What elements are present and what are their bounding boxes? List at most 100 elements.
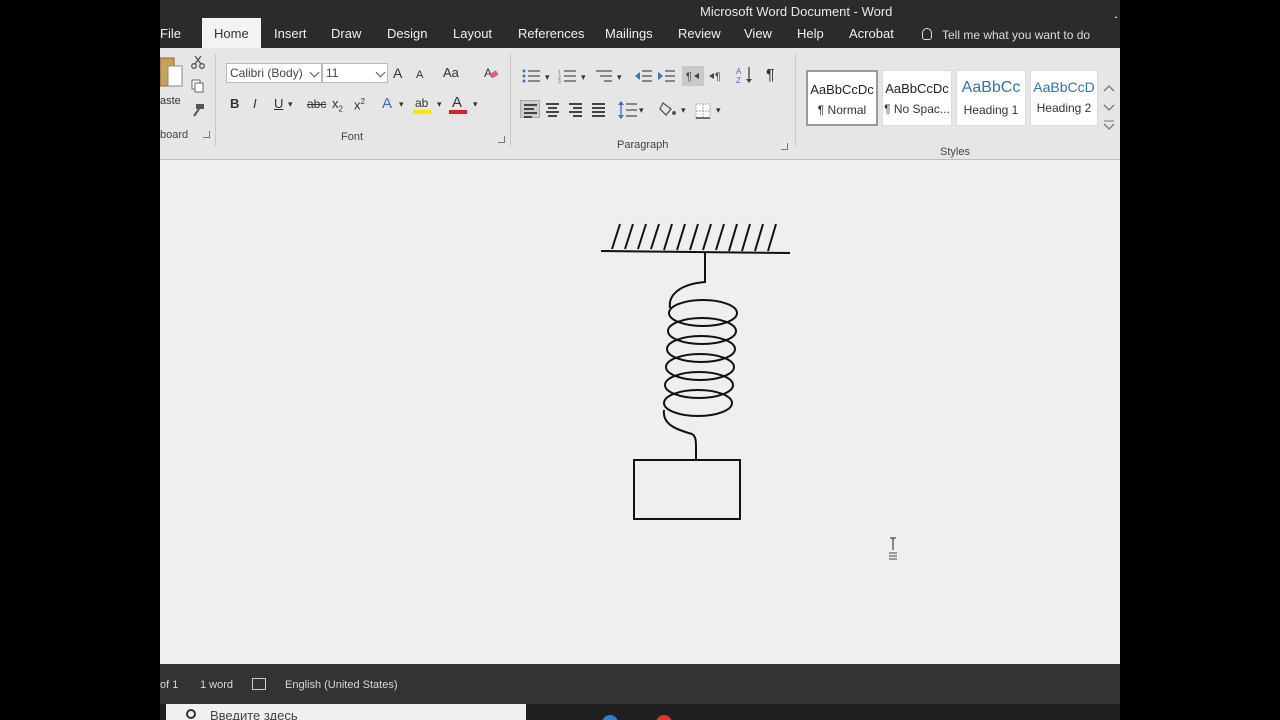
chevron-down-icon[interactable]: ▾ — [617, 69, 622, 85]
shrink-font-button[interactable]: A — [416, 67, 423, 83]
change-case-button[interactable]: Aa — [443, 65, 459, 81]
tab-review[interactable]: Review — [678, 26, 721, 41]
clipboard-launcher-icon[interactable] — [203, 131, 210, 138]
cut-icon[interactable] — [191, 55, 205, 69]
svg-text:Z: Z — [736, 76, 741, 85]
style-name: ¶ No Spac... — [884, 102, 950, 116]
tab-help[interactable]: Help — [797, 26, 824, 41]
svg-text:3: 3 — [558, 79, 561, 83]
grow-font-button[interactable]: A — [393, 65, 402, 81]
tab-layout[interactable]: Layout — [453, 26, 492, 41]
chevron-down-icon[interactable]: ▾ — [399, 96, 404, 112]
font-size-dropdown[interactable]: 11 — [322, 63, 388, 83]
style-preview: AaBbCcDc — [885, 81, 949, 96]
tab-insert[interactable]: Insert — [274, 26, 307, 41]
page-count[interactable]: of 1 — [160, 679, 178, 691]
style-name: ¶ Normal — [817, 103, 867, 117]
gallery-more-icon[interactable] — [1102, 118, 1116, 132]
tab-acrobat[interactable]: Acrobat — [849, 26, 894, 41]
decrease-indent-icon[interactable] — [635, 69, 653, 83]
font-color-button[interactable]: A — [449, 95, 469, 115]
ceiling-support — [600, 223, 791, 254]
line-spacing-icon[interactable] — [618, 101, 638, 119]
multilevel-list-icon[interactable] — [594, 69, 614, 83]
chevron-down-icon[interactable]: ▾ — [437, 96, 442, 112]
align-left-button[interactable] — [520, 100, 540, 118]
increase-indent-icon[interactable] — [658, 69, 676, 83]
sort-icon[interactable]: A Z — [736, 65, 754, 85]
gallery-up-icon[interactable] — [1102, 82, 1116, 96]
highlight-label: ab — [415, 96, 429, 110]
chrome-icon[interactable] — [656, 715, 672, 720]
highlight-color-swatch — [413, 110, 431, 114]
chevron-down-icon[interactable]: ▾ — [288, 96, 293, 112]
styles-group-label: Styles — [940, 146, 970, 158]
tab-mailings[interactable]: Mailings — [605, 26, 653, 41]
clear-formatting-icon[interactable]: A — [483, 65, 499, 81]
highlight-button[interactable]: ab — [413, 95, 433, 115]
document-page[interactable] — [160, 160, 1120, 664]
style-preview: AaBbCcD — [1033, 79, 1095, 95]
chevron-down-icon[interactable]: ▾ — [581, 69, 586, 85]
style-normal[interactable]: AaBbCcDc ¶ Normal — [806, 70, 878, 126]
gallery-down-icon[interactable] — [1102, 100, 1116, 114]
italic-button[interactable]: I — [253, 96, 257, 112]
tell-me-search[interactable]: Tell me what you want to do — [922, 28, 1090, 42]
search-icon — [186, 709, 196, 719]
paste-label[interactable]: aste — [160, 93, 181, 109]
tab-view[interactable]: View — [744, 26, 772, 41]
superscript-button[interactable]: x2 — [354, 94, 365, 113]
tab-file[interactable]: File — [160, 26, 181, 41]
clipboard-icon — [160, 57, 183, 87]
chevron-down-icon[interactable]: ▾ — [473, 96, 478, 112]
tab-references[interactable]: References — [518, 26, 584, 41]
chevron-down-icon[interactable]: ▾ — [545, 69, 550, 85]
tab-design[interactable]: Design — [387, 26, 427, 41]
chevron-down-icon[interactable]: ▾ — [716, 102, 721, 118]
style-no-spacing[interactable]: AaBbCcDc ¶ No Spac... — [882, 70, 952, 126]
font-launcher-icon[interactable] — [498, 136, 505, 143]
text-effects-button[interactable]: A — [382, 96, 392, 112]
font-group-label: Font — [341, 131, 364, 143]
chevron-down-icon — [375, 67, 386, 78]
font-color-label: A — [452, 94, 463, 111]
numbering-icon[interactable]: 1 2 3 — [558, 69, 578, 83]
tab-draw[interactable]: Draw — [331, 26, 361, 41]
group-divider — [510, 54, 511, 146]
bold-button[interactable]: B — [230, 96, 239, 112]
language-indicator[interactable]: English (United States) — [285, 679, 398, 691]
copy-icon[interactable] — [191, 79, 205, 93]
ltr-direction-button[interactable]: ¶ — [682, 66, 704, 86]
style-name: Heading 2 — [1036, 101, 1092, 115]
format-painter-icon[interactable] — [191, 103, 205, 117]
justify-button[interactable] — [589, 100, 609, 118]
font-family-dropdown[interactable]: Calibri (Body) — [226, 63, 322, 83]
lightbulb-icon — [922, 28, 932, 40]
proofing-book-icon[interactable] — [252, 678, 266, 690]
style-heading-2[interactable]: AaBbCcD Heading 2 — [1030, 70, 1098, 126]
subscript-button[interactable]: x2 — [332, 96, 343, 118]
svg-text:A: A — [484, 66, 492, 80]
edge-icon[interactable] — [602, 715, 618, 720]
show-marks-button[interactable]: ¶ — [766, 68, 775, 84]
style-heading-1[interactable]: AaBbCc Heading 1 — [956, 70, 1026, 126]
borders-icon[interactable] — [695, 103, 711, 119]
word-count[interactable]: 1 word — [200, 679, 233, 691]
chevron-down-icon[interactable]: ▾ — [681, 102, 686, 118]
align-right-button[interactable] — [566, 100, 586, 118]
align-center-button[interactable] — [543, 100, 563, 118]
taskbar-search[interactable]: Введите здесь — [166, 704, 526, 720]
document-area[interactable] — [160, 160, 1120, 664]
shading-icon[interactable] — [659, 101, 679, 119]
tab-home[interactable]: Home — [202, 18, 261, 48]
spring — [662, 253, 738, 460]
underline-button[interactable]: U — [274, 96, 283, 112]
taskbar: Введите здесь — [160, 704, 1120, 720]
title-bar: Microsoft Word Document - Word A — [160, 0, 1120, 28]
strikethrough-button[interactable]: abc — [307, 96, 326, 112]
bullets-icon[interactable] — [522, 69, 542, 83]
chevron-down-icon[interactable]: ▾ — [639, 102, 644, 118]
paste-button[interactable] — [160, 56, 184, 90]
paragraph-launcher-icon[interactable] — [781, 143, 788, 150]
right-to-left-icon[interactable]: ¶ — [707, 66, 727, 86]
